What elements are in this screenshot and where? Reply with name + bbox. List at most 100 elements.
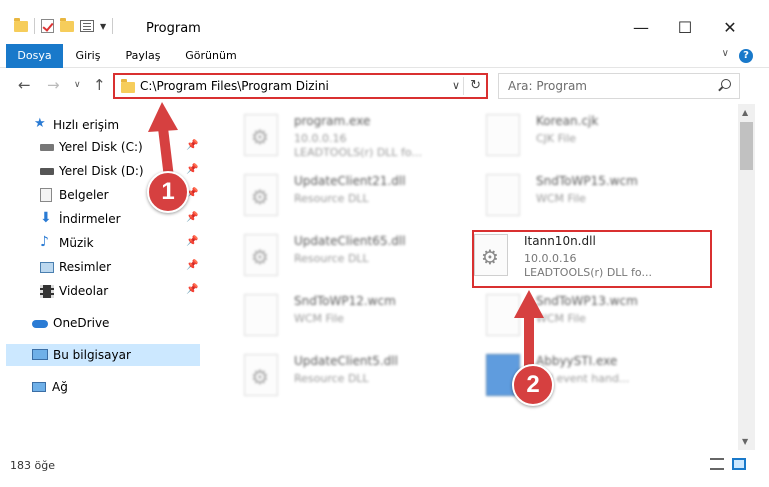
file-item[interactable]: Korean.cjk CJK File	[466, 108, 696, 164]
minimize-button[interactable]: —	[631, 18, 651, 38]
ribbon-tabs: Dosya Giriş Paylaş Görünüm ∨ ?	[0, 44, 769, 68]
sidebar-item-label: Yerel Disk (D:)	[59, 164, 144, 178]
file-item[interactable]: UpdateClient65.dll Resource DLL	[224, 228, 454, 284]
documents-icon	[40, 188, 52, 202]
expand-ribbon-chevron-icon[interactable]: ∨	[722, 48, 729, 59]
address-separator	[463, 77, 464, 95]
large-icons-view-icon[interactable]	[732, 458, 746, 470]
tab-home[interactable]: Giriş	[66, 44, 110, 68]
star-icon: ★	[34, 116, 46, 131]
file-item[interactable]: SndToWP12.wcm WCM File	[224, 288, 454, 344]
refresh-icon[interactable]: ↻	[470, 78, 481, 93]
navigation-bar: ← → ∨ ↑ C:\Program Files\Program Dizini …	[0, 68, 769, 104]
file-name: UpdateClient21.dll	[294, 174, 406, 188]
tab-share[interactable]: Paylaş	[118, 44, 168, 68]
recent-locations-chevron-icon[interactable]: ∨	[74, 80, 81, 90]
vertical-scrollbar[interactable]: ▲ ▼	[738, 104, 755, 450]
help-icon[interactable]: ?	[739, 49, 753, 63]
pin-icon[interactable]: 📌	[186, 284, 198, 295]
properties-check-icon[interactable]	[41, 19, 54, 33]
sidebar-item-label: Videolar	[59, 284, 109, 298]
computer-icon	[32, 349, 48, 360]
pictures-icon	[40, 262, 54, 273]
file-name: UpdateClient5.dll	[294, 354, 398, 368]
dll-file-icon	[244, 174, 278, 216]
sidebar-item-label: Müzik	[59, 236, 94, 250]
scroll-up-arrow-icon[interactable]: ▲	[742, 108, 748, 117]
step-badge-1: 1	[147, 171, 189, 213]
file-icon	[244, 294, 278, 336]
up-button[interactable]: ↑	[93, 76, 106, 94]
file-item[interactable]: UpdateClient5.dll Resource DLL	[224, 348, 454, 404]
close-button[interactable]: ✕	[720, 18, 740, 38]
file-item[interactable]: program.exe 10.0.0.16 LEADTOOLS(r) DLL f…	[224, 108, 454, 164]
address-bar[interactable]: C:\Program Files\Program Dizini ∨ ↻	[113, 73, 488, 99]
file-version: 10.0.0.16	[294, 132, 347, 145]
item-count: 183 öğe	[10, 459, 55, 472]
file-name: SndToWP15.wcm	[536, 174, 638, 188]
search-icon[interactable]	[721, 79, 731, 89]
sidebar-item-label: OneDrive	[53, 316, 110, 330]
search-input[interactable]: Ara: Program	[508, 79, 587, 93]
folder-icon	[14, 17, 28, 32]
drive-icon	[40, 144, 54, 151]
file-type: Resource DLL	[294, 252, 369, 265]
dll-file-icon	[244, 354, 278, 396]
scrollbar-thumb[interactable]	[740, 122, 753, 170]
file-icon	[486, 174, 520, 216]
dll-file-icon	[244, 234, 278, 276]
tab-view[interactable]: Görünüm	[178, 44, 244, 68]
exe-file-icon	[244, 114, 278, 156]
rename-icon[interactable]	[80, 20, 94, 32]
file-name: UpdateClient65.dll	[294, 234, 406, 248]
videos-icon	[40, 285, 54, 298]
file-name: SndToWP12.wcm	[294, 294, 396, 308]
toolbar-separator	[112, 18, 114, 34]
file-name: SndToWP13.wcm	[536, 294, 638, 308]
network-icon	[32, 382, 46, 392]
file-item[interactable]: SndToWP13.wcm WCM File	[466, 288, 696, 344]
file-item[interactable]: SndToWP15.wcm WCM File	[466, 168, 696, 224]
sidebar-item-label: Belgeler	[59, 188, 109, 202]
file-type: WCM File	[536, 312, 586, 325]
sidebar-item-label: Ağ	[52, 380, 68, 394]
back-button[interactable]: ←	[18, 76, 31, 94]
new-folder-icon[interactable]	[60, 17, 74, 32]
pin-icon[interactable]: 📌	[186, 236, 198, 247]
sidebar-item-label: Hızlı erişim	[53, 118, 120, 132]
address-dropdown-icon[interactable]: ∨	[452, 79, 460, 92]
details-view-icon[interactable]	[710, 458, 724, 470]
file-icon	[486, 294, 520, 336]
file-type: CJK File	[536, 132, 577, 145]
forward-button[interactable]: →	[47, 76, 60, 94]
file-icon	[486, 114, 520, 156]
tab-file[interactable]: Dosya	[6, 44, 63, 68]
scroll-down-arrow-icon[interactable]: ▼	[742, 437, 748, 446]
navigation-pane: ★ Hızlı erişim Yerel Disk (C:) 📌 Yerel D…	[0, 104, 204, 450]
cloud-icon	[32, 320, 48, 328]
pin-icon[interactable]: 📌	[186, 212, 198, 223]
file-description: LEADTOOLS(r) DLL fo...	[294, 146, 422, 159]
file-item[interactable]: AbbyySTI.exe STI event hand...	[466, 348, 696, 404]
file-name: AbbyySTI.exe	[536, 354, 618, 368]
sidebar-item-label: Resimler	[59, 260, 112, 274]
step-badge-2: 2	[512, 364, 554, 406]
sidebar-item-label: İndirmeler	[59, 212, 121, 226]
file-type: WCM File	[294, 312, 344, 325]
address-path[interactable]: C:\Program Files\Program Dizini	[140, 79, 329, 93]
file-highlight-box	[472, 230, 712, 288]
pin-icon[interactable]: 📌	[186, 140, 198, 151]
downloads-icon: ⬇	[40, 210, 52, 226]
pin-icon[interactable]: 📌	[186, 260, 198, 271]
file-type: Resource DLL	[294, 192, 369, 205]
pin-icon[interactable]: 📌	[186, 164, 198, 175]
toolbar-separator	[34, 18, 35, 34]
sidebar-item-label: Bu bilgisayar	[53, 348, 131, 362]
search-box[interactable]: Ara: Program	[498, 73, 740, 99]
drive-icon	[40, 168, 54, 175]
maximize-button[interactable]: ☐	[675, 18, 695, 38]
customize-toolbar-dropdown-icon[interactable]: ▼	[100, 22, 106, 31]
file-item[interactable]: UpdateClient21.dll Resource DLL	[224, 168, 454, 224]
folder-icon	[121, 79, 135, 93]
sidebar-item-label: Yerel Disk (C:)	[59, 140, 143, 154]
